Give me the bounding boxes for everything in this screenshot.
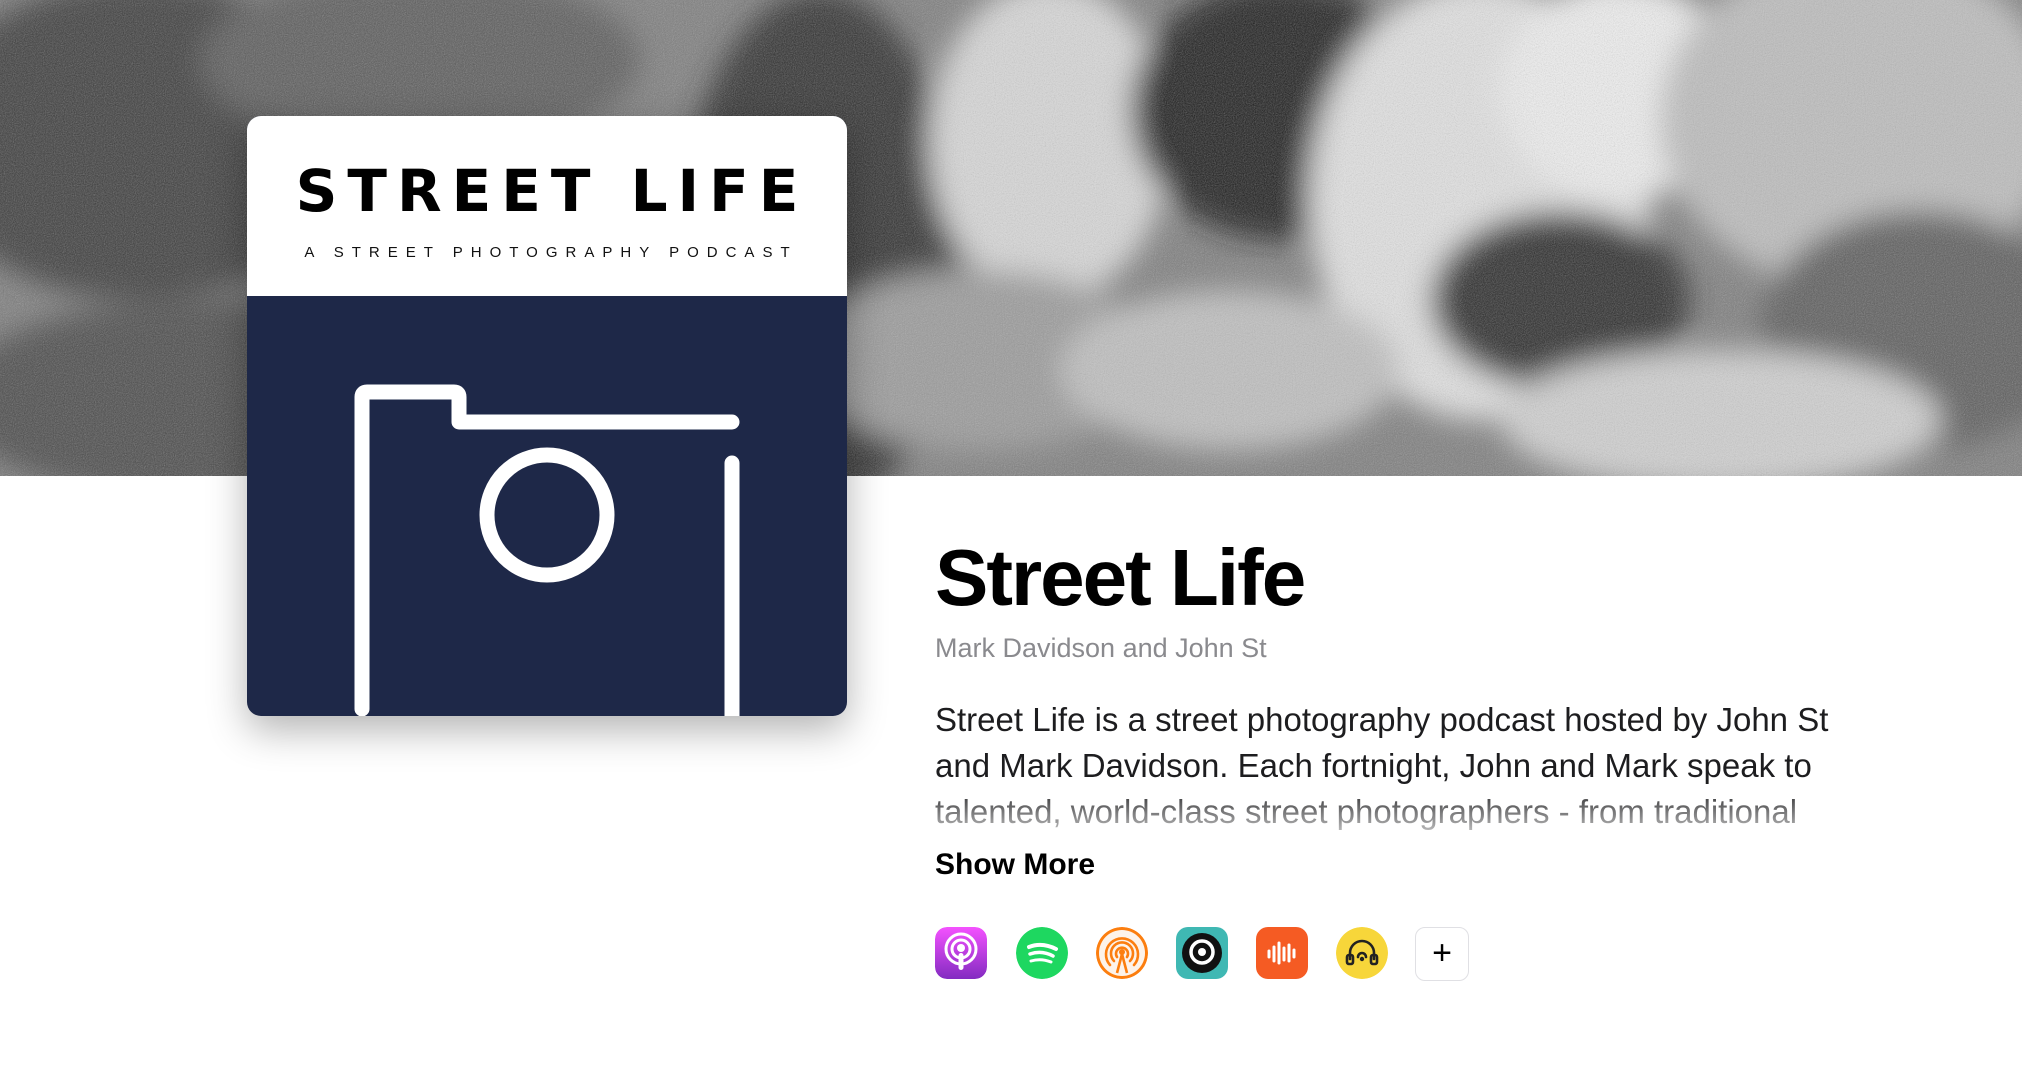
- apple-podcasts-link[interactable]: [935, 927, 987, 979]
- overcast-icon: [1096, 927, 1148, 979]
- spotify-link[interactable]: [1016, 927, 1068, 979]
- overcast-link[interactable]: [1096, 927, 1148, 979]
- cover-header: STREET LIFE A STREET PHOTOGRAPHY PODCAST: [247, 116, 847, 296]
- pocket-casts-icon: [1176, 927, 1228, 979]
- podcast-addict-link[interactable]: [1336, 927, 1388, 979]
- podcast-description: Street Life is a street photography podc…: [935, 701, 1829, 830]
- castbox-icon: [1256, 927, 1308, 979]
- cover-title: STREET LIFE: [295, 157, 809, 225]
- apple-podcasts-icon: [935, 927, 987, 979]
- more-platforms-button[interactable]: +: [1415, 927, 1469, 981]
- camera-icon: [354, 384, 740, 716]
- podcast-cover-art: STREET LIFE A STREET PHOTOGRAPHY PODCAST: [247, 116, 847, 716]
- cover-subtitle: A STREET PHOTOGRAPHY PODCAST: [304, 244, 798, 261]
- podcast-addict-icon: [1336, 927, 1388, 979]
- castbox-link[interactable]: [1256, 927, 1308, 979]
- podcast-title: Street Life: [935, 533, 1306, 622]
- pocket-casts-link[interactable]: [1176, 927, 1228, 979]
- show-more-button[interactable]: Show More: [935, 845, 1095, 885]
- podcast-author[interactable]: Mark Davidson and John St: [935, 630, 1267, 666]
- spotify-icon: [1016, 927, 1068, 979]
